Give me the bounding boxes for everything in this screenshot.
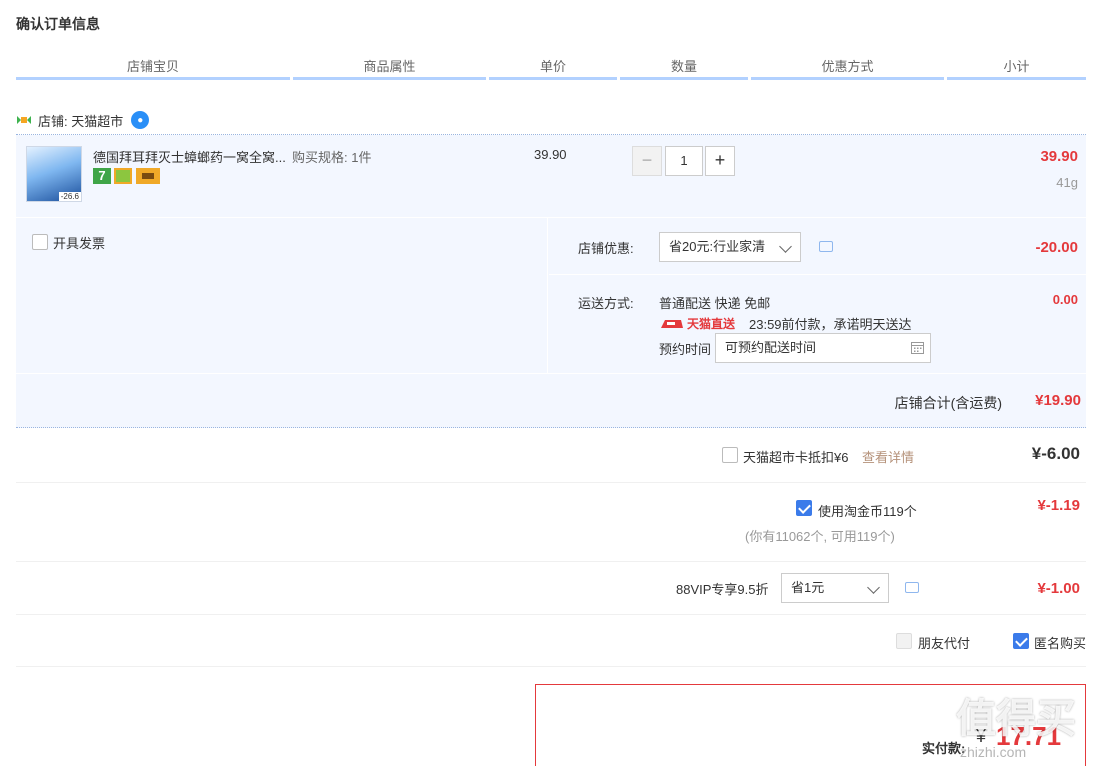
credit-card-icon bbox=[136, 168, 160, 184]
shop-discount-label: 店铺优惠: bbox=[578, 241, 634, 256]
thumb-price-badge: -26.6 bbox=[58, 192, 81, 201]
schedule-time-placeholder: 可预约配送时间 bbox=[725, 340, 817, 355]
shop-discount-select[interactable]: 省20元:行业家清 bbox=[659, 232, 801, 262]
seven-day-return-icon: 7 bbox=[93, 168, 111, 184]
card-deduct-label: 天猫超市卡抵扣¥6 bbox=[743, 450, 849, 465]
friend-pay-label: 朋友代付 bbox=[918, 636, 971, 651]
vip-amount: ¥-1.00 bbox=[1037, 580, 1080, 597]
tmall-direct-badge: 天猫直送 bbox=[659, 315, 735, 332]
comment-icon[interactable] bbox=[819, 241, 833, 252]
col-header-quantity: 数量 bbox=[620, 56, 748, 80]
quantity-input[interactable]: 1 bbox=[665, 146, 703, 176]
store-total-value: ¥19.90 bbox=[1035, 392, 1081, 409]
anonymous-checkbox[interactable] bbox=[1013, 633, 1029, 649]
vip-discount-select[interactable]: 省1元 bbox=[781, 573, 889, 603]
page-title: 确认订单信息 bbox=[16, 16, 100, 32]
tmall-store-icon bbox=[17, 116, 31, 124]
tmall-direct-label: 天猫直送 bbox=[687, 317, 736, 331]
col-header-attributes: 商品属性 bbox=[293, 56, 486, 80]
site-watermark: 值得买 bbox=[956, 697, 1076, 741]
store-total-row: 店铺合计(含运费) ¥19.90 bbox=[16, 374, 1086, 428]
chevron-down-icon bbox=[779, 240, 792, 253]
vip-label: 88VIP专享9.5折 bbox=[676, 582, 769, 597]
product-thumbnail[interactable]: -26.6 bbox=[26, 146, 82, 202]
gold-coin-amount: ¥-1.19 bbox=[1037, 497, 1080, 514]
quantity-increase-button[interactable]: + bbox=[705, 146, 735, 176]
schedule-label: 预约时间 bbox=[659, 342, 712, 357]
gold-coin-note: (你有11062个, 可用119个) bbox=[745, 529, 895, 544]
invoice-area: 开具发票 bbox=[16, 218, 548, 373]
unit-price: 39.90 bbox=[534, 147, 567, 162]
shop-discount-amount: -20.00 bbox=[1035, 239, 1078, 256]
gold-coin-checkbox[interactable] bbox=[796, 500, 812, 516]
shipping-amount: 0.00 bbox=[1052, 292, 1078, 307]
calendar-icon[interactable] bbox=[911, 341, 924, 354]
col-header-discount: 优惠方式 bbox=[751, 56, 944, 80]
invoice-label: 开具发票 bbox=[53, 236, 106, 251]
guarantee-icon bbox=[114, 168, 132, 184]
store-label[interactable]: 店铺: 天猫超市 bbox=[38, 111, 123, 130]
invoice-checkbox[interactable] bbox=[32, 234, 48, 250]
item-subtotal: 39.90 bbox=[1040, 148, 1078, 165]
item-weight: 41g bbox=[1056, 175, 1078, 190]
schedule-time-input[interactable]: 可预约配送时间 bbox=[715, 333, 931, 363]
col-header-subtotal: 小计 bbox=[947, 56, 1086, 80]
friend-pay-checkbox[interactable] bbox=[896, 633, 912, 649]
shipping-method: 普通配送 快递 免邮 bbox=[659, 296, 771, 311]
card-deduct-amount: ¥-6.00 bbox=[1031, 444, 1080, 463]
gold-coin-label: 使用淘金币119个 bbox=[818, 504, 917, 519]
store-row: 店铺: 天猫超市 ● bbox=[16, 108, 150, 132]
truck-icon bbox=[661, 319, 683, 328]
anonymous-label: 匿名购买 bbox=[1034, 636, 1087, 651]
shop-discount-selected: 省20元:行业家清 bbox=[669, 239, 766, 254]
order-item-row: -26.6 德国拜耳拜灭士蟑螂药一窝全窝... 7 购买规格: 1件 39.90… bbox=[16, 135, 1086, 217]
col-header-shop-item: 店铺宝贝 bbox=[16, 56, 290, 80]
shipping-label: 运送方式: bbox=[578, 296, 634, 311]
chevron-down-icon bbox=[867, 581, 880, 594]
vip-discount-selected: 省1元 bbox=[791, 580, 825, 595]
store-total-label: 店铺合计(含运费) bbox=[894, 395, 1002, 411]
order-options: 开具发票 店铺优惠: 省20元:行业家清 -20.00 运送方式: 普通配送 快… bbox=[16, 218, 1086, 373]
card-deduct-detail-link[interactable]: 查看详情 bbox=[862, 447, 914, 466]
card-deduct-checkbox[interactable] bbox=[722, 447, 738, 463]
product-name-link[interactable]: 德国拜耳拜灭士蟑螂药一窝全窝... bbox=[93, 147, 289, 166]
comment-icon[interactable] bbox=[905, 582, 919, 593]
site-watermark-url: zhizhi.com bbox=[960, 744, 1027, 760]
delivery-promise: 23:59前付款，承诺明天送达 bbox=[749, 317, 912, 332]
quantity-decrease-button[interactable]: − bbox=[632, 146, 662, 176]
col-header-unit-price: 单价 bbox=[489, 56, 617, 80]
product-spec: 购买规格: 1件 bbox=[292, 150, 372, 165]
wangwang-chat-icon[interactable]: ● bbox=[131, 111, 150, 129]
